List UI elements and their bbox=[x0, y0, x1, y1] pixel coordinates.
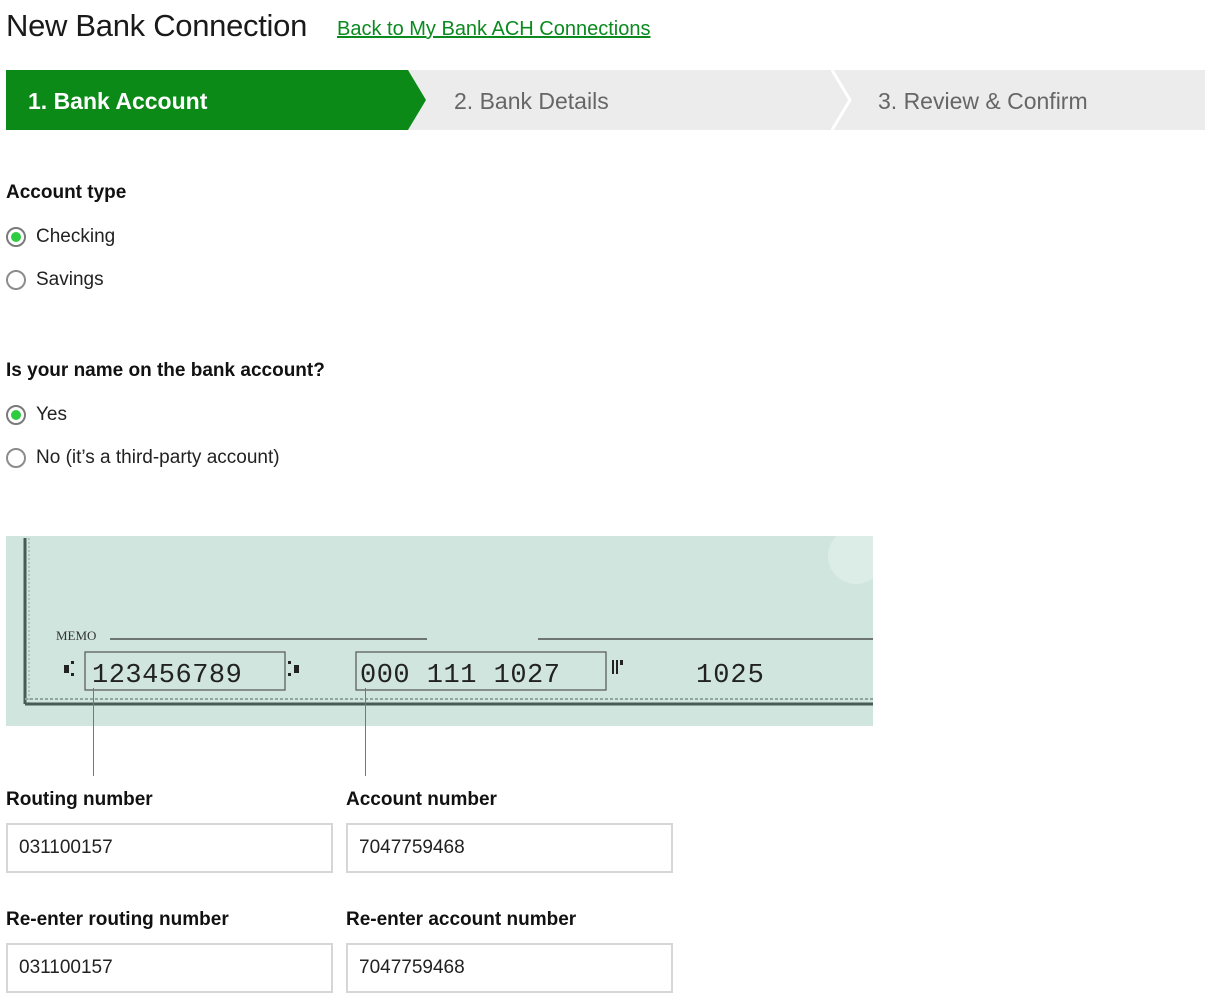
routing-number-label: Routing number bbox=[6, 789, 153, 810]
step-review-confirm: 3. Review & Confirm bbox=[878, 88, 1088, 114]
reenter-account-number-input[interactable] bbox=[346, 943, 673, 993]
radio-unchecked-icon[interactable] bbox=[6, 448, 26, 468]
progress-stepper: 1. Bank Account 2. Bank Details 3. Revie… bbox=[6, 70, 1205, 130]
check-number: 1025 bbox=[696, 661, 765, 691]
check-image: MEMO 123456789 000 111 1027 1025 bbox=[6, 528, 884, 726]
routing-digits: 123456789 bbox=[92, 661, 242, 691]
step-bank-details: 2. Bank Details bbox=[454, 88, 609, 114]
account-pointer-line bbox=[365, 688, 366, 776]
step-bank-account: 1. Bank Account bbox=[28, 88, 208, 114]
page-title: New Bank Connection bbox=[6, 8, 308, 43]
account-type-label: Account type bbox=[6, 182, 127, 203]
back-to-connections-link[interactable]: Back to My Bank ACH Connections bbox=[337, 18, 650, 41]
account-digits: 000 111 1027 bbox=[360, 661, 560, 691]
radio-unchecked-icon[interactable] bbox=[6, 270, 26, 290]
radio-yes[interactable]: Yes bbox=[6, 402, 67, 428]
radio-checking-label: Checking bbox=[36, 226, 116, 247]
name-on-account-label: Is your name on the bank account? bbox=[6, 360, 325, 381]
routing-number-input[interactable] bbox=[6, 823, 333, 873]
radio-checked-icon[interactable] bbox=[6, 227, 26, 247]
account-number-label: Account number bbox=[346, 789, 497, 810]
radio-yes-label: Yes bbox=[36, 404, 67, 425]
radio-savings-label: Savings bbox=[36, 269, 104, 290]
radio-checked-icon[interactable] bbox=[6, 405, 26, 425]
routing-pointer-line bbox=[93, 688, 94, 776]
reenter-account-number-label: Re-enter account number bbox=[346, 909, 577, 930]
memo-label: MEMO bbox=[56, 628, 96, 643]
radio-savings[interactable]: Savings bbox=[6, 267, 104, 293]
radio-checking[interactable]: Checking bbox=[6, 224, 115, 250]
reenter-routing-number-label: Re-enter routing number bbox=[6, 909, 229, 930]
check-illustration: MEMO 123456789 000 111 1027 1025 bbox=[6, 528, 884, 726]
account-number-input[interactable] bbox=[346, 823, 673, 873]
radio-no-third-party[interactable]: No (it’s a third-party account) bbox=[6, 445, 280, 471]
reenter-routing-number-input[interactable] bbox=[6, 943, 333, 993]
radio-no-label: No (it’s a third-party account) bbox=[36, 447, 280, 468]
